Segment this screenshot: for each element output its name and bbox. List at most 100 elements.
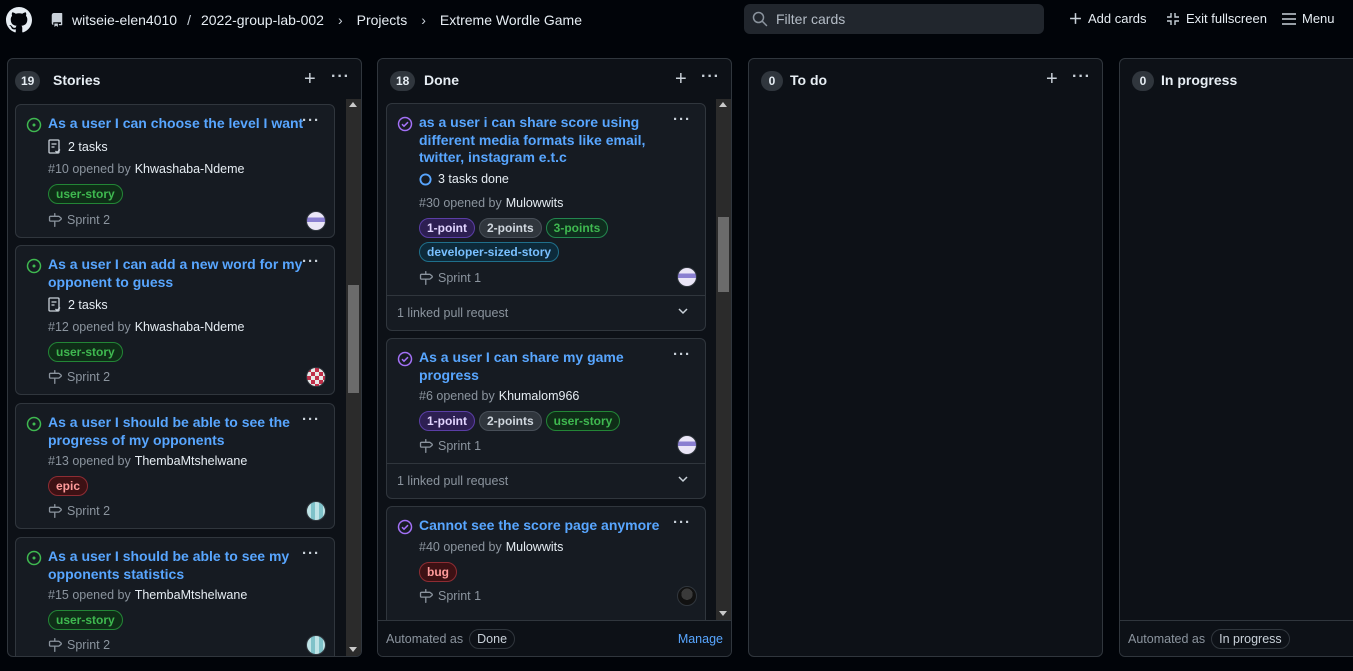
label-user-story[interactable]: user-story <box>545 411 621 431</box>
card-menu-dots-icon[interactable]: ··· <box>302 253 320 270</box>
column-title: Stories <box>53 72 101 88</box>
column-automation-footer: Automated as In progress <box>1120 620 1353 656</box>
column-header: 19 Stories + ··· <box>8 59 361 103</box>
chevron-down-icon[interactable] <box>677 305 689 317</box>
label-list: user-story <box>48 184 318 204</box>
label-2-points[interactable]: 2-points <box>479 218 542 238</box>
label-user-story[interactable]: user-story <box>48 184 123 204</box>
card-author[interactable]: Mulowwits <box>506 540 564 554</box>
label-1-point[interactable]: 1-point <box>419 411 475 431</box>
breadcrumb-separator: / <box>187 12 191 28</box>
scrollbar-thumb[interactable] <box>348 285 359 393</box>
filter-cards-input[interactable] <box>776 11 1036 27</box>
card-menu-dots-icon[interactable]: ··· <box>673 111 691 128</box>
card-author[interactable]: Mulowwits <box>506 196 564 210</box>
milestone[interactable]: Sprint 2 <box>48 213 110 227</box>
add-card-plus-icon[interactable]: + <box>1046 69 1058 89</box>
label-list: 1-point 2-points user-story <box>419 411 689 431</box>
label-3-points[interactable]: 3-points <box>545 218 609 238</box>
card-title[interactable]: As a user I can choose the level I want <box>48 115 303 133</box>
breadcrumb: witseie-elen4010 / 2022-group-lab-002 › … <box>50 12 582 28</box>
card-title[interactable]: As a user I should be able to see the pro… <box>48 414 290 449</box>
card-title[interactable]: As a user I can share my game progress <box>419 349 624 384</box>
scrollbar-thumb[interactable] <box>718 217 729 292</box>
card-author[interactable]: Khumalom966 <box>499 389 580 403</box>
card-meta: #15 opened by ThembaMtshelwane <box>48 588 248 602</box>
exit-fullscreen-button[interactable]: Exit fullscreen <box>1166 11 1267 26</box>
issue-card[interactable]: As a user I can choose the level I want … <box>15 104 335 238</box>
column-header: 18 Done + ··· <box>378 59 731 103</box>
column-header: 0 To do + ··· <box>749 59 1102 103</box>
scrollbar[interactable] <box>716 99 731 620</box>
label-bug[interactable]: bug <box>419 562 457 582</box>
card-author[interactable]: Khwashaba-Ndeme <box>135 320 245 334</box>
card-title[interactable]: Cannot see the score page anymore <box>419 517 659 535</box>
card-menu-dots-icon[interactable]: ··· <box>673 514 691 531</box>
github-logo-icon[interactable] <box>6 7 32 33</box>
card-menu-dots-icon[interactable]: ··· <box>302 112 320 129</box>
filter-cards-box[interactable] <box>744 4 1044 34</box>
label-2-points[interactable]: 2-points <box>479 411 542 431</box>
card-menu-dots-icon[interactable]: ··· <box>302 545 320 562</box>
issue-card[interactable]: As a user I can share my game progress ··… <box>386 338 706 499</box>
milestone[interactable]: Sprint 1 <box>419 589 481 603</box>
breadcrumb-org[interactable]: witseie-elen4010 <box>72 12 177 28</box>
scroll-down-arrow-icon[interactable] <box>719 611 727 616</box>
card-author[interactable]: Khwashaba-Ndeme <box>135 162 245 176</box>
scroll-down-arrow-icon[interactable] <box>349 647 357 652</box>
issue-card[interactable]: As a user I can add a new word for my opp… <box>15 245 335 395</box>
scroll-up-arrow-icon[interactable] <box>349 102 357 107</box>
milestone[interactable]: Sprint 2 <box>48 638 110 652</box>
card-title[interactable]: as a user i can share score using differe… <box>419 114 645 167</box>
scrollbar[interactable] <box>346 99 361 656</box>
linked-pull-request[interactable]: 1 linked pull request <box>387 463 705 497</box>
label-developer-sized-story[interactable]: developer-sized-story <box>419 242 560 262</box>
linked-pull-request[interactable]: 1 linked pull request <box>387 295 705 329</box>
breadcrumb-repo[interactable]: 2022-group-lab-002 <box>201 12 324 28</box>
avatar[interactable] <box>677 435 697 455</box>
avatar[interactable] <box>306 211 326 231</box>
issue-card[interactable]: as a user i can share score using differe… <box>386 103 706 331</box>
column-automation-footer: Automated as Done Manage <box>378 620 731 656</box>
menu-button[interactable]: Menu <box>1282 11 1335 26</box>
add-card-plus-icon[interactable]: + <box>675 69 687 89</box>
add-cards-button[interactable]: Add cards <box>1069 11 1147 26</box>
breadcrumb-projects[interactable]: Projects <box>357 12 408 28</box>
manage-automation-link[interactable]: Manage <box>678 632 723 646</box>
milestone[interactable]: Sprint 2 <box>48 370 110 384</box>
avatar[interactable] <box>677 586 697 606</box>
issue-card[interactable]: As a user I should be able to see my oppo… <box>15 537 335 656</box>
scroll-up-arrow-icon[interactable] <box>719 102 727 107</box>
label-list: bug <box>419 562 689 582</box>
column-stories: 19 Stories + ··· As a user I can choose … <box>7 58 362 657</box>
label-1-point[interactable]: 1-point <box>419 218 475 238</box>
milestone[interactable]: Sprint 1 <box>419 271 481 285</box>
card-title[interactable]: As a user I can add a new word for my opp… <box>48 256 302 291</box>
issue-card[interactable]: Cannot see the score page anymore ··· #4… <box>386 506 706 620</box>
chevron-down-icon[interactable] <box>677 473 689 485</box>
card-menu-dots-icon[interactable]: ··· <box>302 411 320 428</box>
breadcrumb-project[interactable]: Extreme Wordle Game <box>440 12 582 28</box>
task-progress: 2 tasks <box>48 139 108 155</box>
label-user-story[interactable]: user-story <box>48 342 123 362</box>
column-menu-dots-icon[interactable]: ··· <box>1072 68 1091 86</box>
avatar[interactable] <box>306 501 326 521</box>
column-count-badge: 0 <box>761 71 783 91</box>
card-menu-dots-icon[interactable]: ··· <box>673 346 691 363</box>
column-menu-dots-icon[interactable]: ··· <box>331 68 350 86</box>
avatar[interactable] <box>677 267 697 287</box>
card-author[interactable]: ThembaMtshelwane <box>135 454 248 468</box>
closed-issue-icon <box>397 116 413 132</box>
label-user-story[interactable]: user-story <box>48 610 123 630</box>
add-card-plus-icon[interactable]: + <box>304 69 316 89</box>
card-title[interactable]: As a user I should be able to see my oppo… <box>48 548 289 583</box>
label-epic[interactable]: epic <box>48 476 89 496</box>
avatar[interactable] <box>306 367 326 387</box>
column-menu-dots-icon[interactable]: ··· <box>701 68 720 86</box>
card-author[interactable]: ThembaMtshelwane <box>135 588 248 602</box>
column-title: To do <box>790 72 828 88</box>
avatar[interactable] <box>306 635 326 655</box>
milestone[interactable]: Sprint 1 <box>419 439 481 453</box>
issue-card[interactable]: As a user I should be able to see the pro… <box>15 403 335 529</box>
milestone[interactable]: Sprint 2 <box>48 504 110 518</box>
